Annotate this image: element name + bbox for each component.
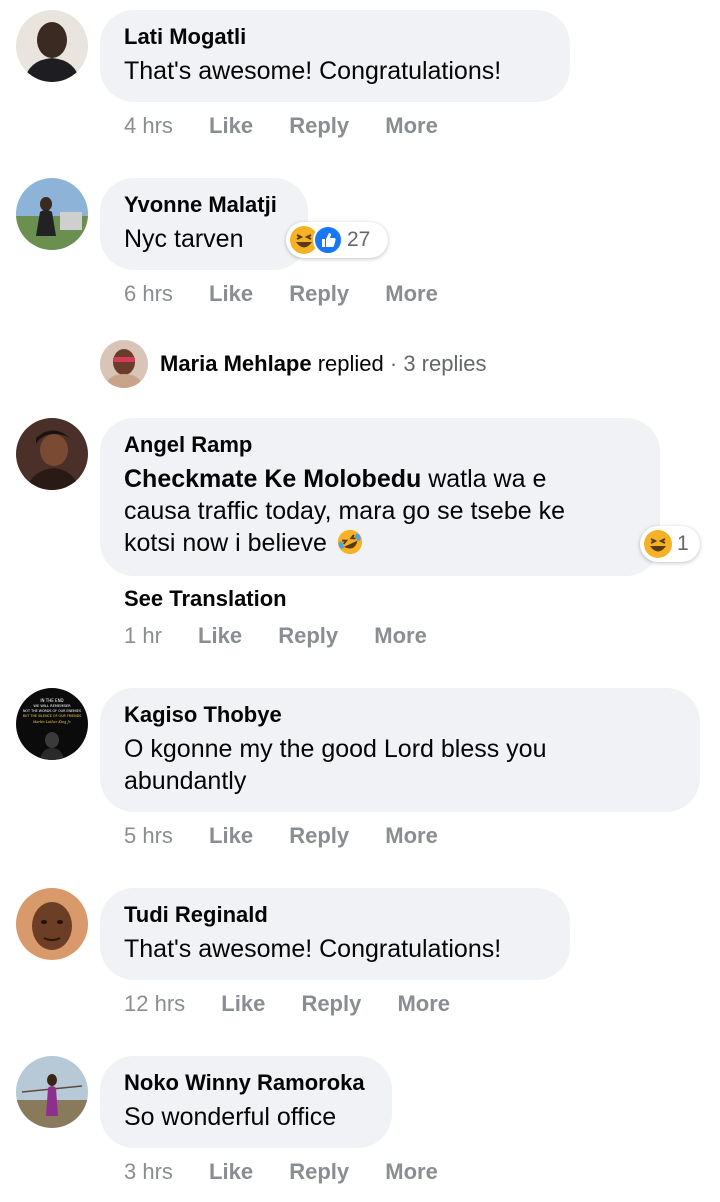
comment-text-line: O kgonne my the good Lord bless you bbox=[124, 735, 547, 763]
like-button[interactable]: Like bbox=[209, 1158, 253, 1186]
more-button[interactable]: More bbox=[385, 112, 438, 140]
avatar-quote-line: NOT THE WORDS OF OUR ENEMIES bbox=[23, 709, 81, 713]
comment-actions: 6 hrs Like Reply More bbox=[124, 280, 438, 308]
avatar[interactable] bbox=[16, 10, 88, 82]
comment-actions: 3 hrs Like Reply More bbox=[124, 1158, 438, 1186]
reply-avatar bbox=[100, 340, 148, 388]
comment-time[interactable]: 3 hrs bbox=[124, 1158, 173, 1186]
comment-bubble: Lati Mogatli That's awesome! Congratulat… bbox=[100, 10, 570, 102]
avatar-quote-line: WE WILL REMEMBER bbox=[33, 704, 71, 708]
comment-time[interactable]: 1 hr bbox=[124, 622, 162, 650]
replies-count: · 3 replies bbox=[383, 351, 487, 376]
more-button[interactable]: More bbox=[385, 280, 438, 308]
avatar-photo bbox=[16, 888, 88, 960]
avatar-photo bbox=[16, 10, 88, 82]
like-button[interactable]: Like bbox=[209, 822, 253, 850]
comment-author[interactable]: Tudi Reginald bbox=[124, 901, 546, 929]
comment-text: That's awesome! Congratulations! bbox=[124, 935, 502, 963]
rolling-laughing-icon bbox=[337, 529, 362, 555]
comment-bubble: Kagiso Thobye O kgonne my the good Lord … bbox=[100, 688, 700, 812]
comment-bubble: Tudi Reginald That's awesome! Congratula… bbox=[100, 888, 570, 980]
like-button[interactable]: Like bbox=[198, 622, 242, 650]
comment-text: So wonderful office bbox=[124, 1103, 337, 1131]
more-button[interactable]: More bbox=[397, 990, 450, 1018]
comment-bubble: Yvonne Malatji Nyc tarven bbox=[100, 178, 308, 270]
comment-text: O kgonne my the good Lord bless you abun… bbox=[124, 733, 676, 797]
avatar-quote-line: BUT THE SILENCE OF OUR FRIENDS bbox=[23, 714, 81, 718]
like-button[interactable]: Like bbox=[209, 112, 253, 140]
comment-actions: 5 hrs Like Reply More bbox=[124, 822, 438, 850]
avatar-photo bbox=[100, 340, 148, 388]
avatar-quote-line: Martin Luther King Jr. bbox=[32, 720, 71, 724]
comment-time[interactable]: 12 hrs bbox=[124, 990, 185, 1018]
reply-button[interactable]: Reply bbox=[289, 822, 349, 850]
comment-bubble: Noko Winny Ramoroka So wonderful office bbox=[100, 1056, 392, 1148]
comment-text: Nyc tarven bbox=[124, 225, 244, 253]
reply-button[interactable]: Reply bbox=[278, 622, 338, 650]
view-replies-link[interactable]: Maria Mehlape replied · 3 replies bbox=[100, 340, 486, 388]
comment-author[interactable]: Yvonne Malatji bbox=[124, 191, 284, 219]
avatar-quote-line: IN THE END bbox=[40, 698, 63, 703]
mention-link[interactable]: Checkmate Ke Molobedu bbox=[124, 465, 421, 493]
comment-time[interactable]: 4 hrs bbox=[124, 112, 173, 140]
comment-time[interactable]: 6 hrs bbox=[124, 280, 173, 308]
more-button[interactable]: More bbox=[385, 1158, 438, 1186]
comment-author[interactable]: Kagiso Thobye bbox=[124, 701, 676, 729]
see-translation-link[interactable]: See Translation bbox=[124, 586, 287, 612]
reply-button[interactable]: Reply bbox=[301, 990, 361, 1018]
reply-button[interactable]: Reply bbox=[289, 1158, 349, 1186]
comment-text: Checkmate Ke Molobedu watla wa e causa t… bbox=[124, 463, 636, 559]
comment-bubble: Angel Ramp Checkmate Ke Molobedu watla w… bbox=[100, 418, 660, 576]
reaction-count: 1 bbox=[677, 532, 689, 555]
avatar-photo bbox=[16, 1056, 88, 1128]
replier-name[interactable]: Maria Mehlape bbox=[160, 351, 312, 376]
avatar[interactable] bbox=[16, 178, 88, 250]
reply-button[interactable]: Reply bbox=[289, 112, 349, 140]
comment-text-line: kotsi now i believe bbox=[124, 529, 327, 557]
avatar[interactable] bbox=[16, 1056, 88, 1128]
comment-time[interactable]: 5 hrs bbox=[124, 822, 173, 850]
avatar-photo: IN THE END WE WILL REMEMBER NOT THE WORD… bbox=[16, 688, 88, 760]
avatar[interactable] bbox=[16, 418, 88, 490]
replied-label: replied bbox=[311, 351, 384, 376]
more-button[interactable]: More bbox=[385, 822, 438, 850]
comment-actions: 4 hrs Like Reply More bbox=[124, 112, 438, 140]
reaction-count: 27 bbox=[347, 228, 371, 251]
comment-text: That's awesome! Congratulations! bbox=[124, 57, 502, 85]
reaction-summary[interactable]: 27 bbox=[286, 222, 388, 258]
comment-actions: 1 hr Like Reply More bbox=[124, 622, 427, 650]
reaction-summary[interactable]: 1 bbox=[640, 526, 700, 562]
more-button[interactable]: More bbox=[374, 622, 427, 650]
comment-text-line: causa traffic today, mara go se tsebe ke bbox=[124, 497, 565, 525]
like-button[interactable]: Like bbox=[209, 280, 253, 308]
haha-icon bbox=[644, 530, 672, 558]
avatar[interactable] bbox=[16, 888, 88, 960]
comment-author[interactable]: Noko Winny Ramoroka bbox=[124, 1069, 368, 1097]
comment-author[interactable]: Lati Mogatli bbox=[124, 23, 546, 51]
avatar-photo bbox=[16, 418, 88, 490]
reply-button[interactable]: Reply bbox=[289, 280, 349, 308]
comment-text-line: watla wa e bbox=[421, 465, 547, 493]
avatar-photo bbox=[16, 178, 88, 250]
comment-text-line: abundantly bbox=[124, 767, 247, 795]
like-icon bbox=[313, 225, 343, 255]
comment-actions: 12 hrs Like Reply More bbox=[124, 990, 450, 1018]
comment-author[interactable]: Angel Ramp bbox=[124, 431, 636, 459]
like-button[interactable]: Like bbox=[221, 990, 265, 1018]
avatar[interactable]: IN THE END WE WILL REMEMBER NOT THE WORD… bbox=[16, 688, 88, 760]
